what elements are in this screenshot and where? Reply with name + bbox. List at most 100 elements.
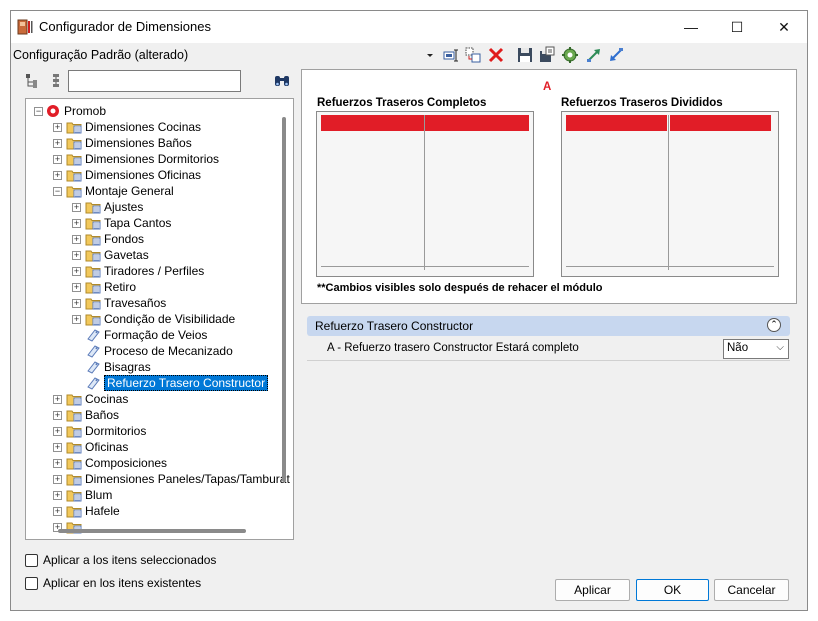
- import-icon[interactable]: [607, 46, 625, 64]
- tree-item-label: Promob: [64, 104, 107, 118]
- save-icon[interactable]: [516, 46, 534, 64]
- tree-item[interactable]: + Gavetas: [26, 247, 276, 263]
- ok-button[interactable]: OK: [636, 579, 709, 601]
- tree-panel[interactable]: − Promob + Dimensiones Cocinas + Dimensiones …: [25, 98, 294, 540]
- expand-icon[interactable]: +: [53, 475, 62, 484]
- tree-item[interactable]: Proceso de Mecanizado: [26, 343, 276, 359]
- tree-item-label: Dimensiones Oficinas: [85, 168, 202, 182]
- tree-item[interactable]: + Dimensiones Oficinas: [26, 167, 276, 183]
- tree-item[interactable]: + Dimensiones Cocinas: [26, 119, 276, 135]
- delete-icon[interactable]: [487, 46, 505, 64]
- expand-icon[interactable]: +: [72, 299, 81, 308]
- property-value-select[interactable]: Não ⌵: [723, 339, 789, 359]
- folder-icon: [66, 424, 82, 438]
- tree-item-label: Blum: [85, 488, 113, 502]
- expand-icon[interactable]: +: [53, 123, 62, 132]
- expand-icon[interactable]: +: [53, 139, 62, 148]
- expand-icon[interactable]: +: [53, 411, 62, 420]
- tree-item[interactable]: + Cocinas: [26, 391, 276, 407]
- cancel-button[interactable]: Cancelar: [714, 579, 789, 601]
- expand-icon[interactable]: +: [53, 155, 62, 164]
- expand-icon[interactable]: +: [72, 251, 81, 260]
- tree-item-label: Oficinas: [85, 440, 129, 454]
- property-row: A - Refuerzo trasero Constructor Estará …: [307, 338, 790, 361]
- title-bar: Configurador de Dimensiones — ☐ ✕: [11, 11, 807, 43]
- tag-icon: [85, 328, 101, 342]
- expand-icon[interactable]: +: [53, 171, 62, 180]
- tree-item[interactable]: Bisagras: [26, 359, 276, 375]
- tree-item[interactable]: Refuerzo Trasero Constructor: [26, 375, 276, 391]
- folder-icon: [85, 200, 101, 214]
- collapse-tree-icon[interactable]: −: [34, 107, 43, 116]
- apply-existing-label: Aplicar en los itens existentes: [43, 576, 202, 590]
- property-section-header[interactable]: Refuerzo Trasero Constructor ⌃: [307, 316, 790, 336]
- expand-icon[interactable]: +: [72, 315, 81, 324]
- copy-icon[interactable]: [464, 46, 482, 64]
- tree-item-label: Dimensiones Cocinas: [85, 120, 202, 134]
- tree-item[interactable]: + Dimensiones Baños: [26, 135, 276, 151]
- tree-item[interactable]: + Retiro: [26, 279, 276, 295]
- expand-icon[interactable]: +: [53, 395, 62, 404]
- tree-item[interactable]: + Travesaños: [26, 295, 276, 311]
- tree-view-icon[interactable]: [25, 73, 41, 89]
- tree-item[interactable]: + Dimensiones Paneles/Tapas/Tamburat: [26, 471, 290, 487]
- settings-icon[interactable]: [561, 46, 579, 64]
- tree-item-label: Formação de Veios: [104, 328, 208, 342]
- expand-icon[interactable]: +: [53, 507, 62, 516]
- tree-item[interactable]: + Dormitorios: [26, 423, 276, 439]
- rename-icon[interactable]: [442, 46, 460, 64]
- close-button[interactable]: ✕: [761, 11, 807, 43]
- export-icon[interactable]: [585, 46, 603, 64]
- tree-item[interactable]: + Oficinas: [26, 439, 276, 455]
- tree-item[interactable]: − Promob: [26, 103, 276, 119]
- tree-item[interactable]: + Tapa Cantos: [26, 215, 276, 231]
- apply-existing-checkbox[interactable]: [25, 577, 38, 590]
- expand-icon[interactable]: +: [72, 283, 81, 292]
- minimize-button[interactable]: —: [668, 11, 714, 43]
- tree-vertical-scrollbar[interactable]: [282, 117, 286, 482]
- tree-item-label: Travesaños: [104, 296, 167, 310]
- tree-item[interactable]: + Dimensiones Dormitorios: [26, 151, 276, 167]
- expand-icon[interactable]: +: [53, 427, 62, 436]
- folder-icon: [85, 232, 101, 246]
- apply-button[interactable]: Aplicar: [555, 579, 630, 601]
- expand-icon[interactable]: +: [72, 267, 81, 276]
- tree-item-label: Hafele: [85, 504, 120, 518]
- expand-icon[interactable]: +: [53, 491, 62, 500]
- tree-item[interactable]: + Condição de Visibilidade: [26, 311, 276, 327]
- tree-item[interactable]: Formação de Veios: [26, 327, 276, 343]
- expand-icon[interactable]: +: [53, 443, 62, 452]
- tree-horizontal-scrollbar[interactable]: [58, 529, 246, 533]
- tree-item[interactable]: + Tiradores / Perfiles: [26, 263, 276, 279]
- tree-item-label: Ajustes: [104, 200, 144, 214]
- binoculars-icon[interactable]: [273, 72, 291, 90]
- tree-item-label: Proceso de Mecanizado: [104, 344, 233, 358]
- app-icon: [17, 19, 33, 35]
- tree-item[interactable]: + Fondos: [26, 231, 276, 247]
- save-as-icon[interactable]: [538, 46, 556, 64]
- tree-item[interactable]: − Montaje General: [26, 183, 276, 199]
- tree-item-label: Baños: [85, 408, 120, 422]
- promob-logo-icon: [45, 104, 61, 118]
- expand-icon[interactable]: +: [72, 219, 81, 228]
- cabinet-divider: [668, 115, 669, 270]
- tag-icon: [85, 344, 101, 358]
- maximize-button[interactable]: ☐: [714, 11, 760, 43]
- tree-item[interactable]: + Composiciones: [26, 455, 276, 471]
- expand-icon[interactable]: +: [72, 203, 81, 212]
- collapse-tree-icon[interactable]: −: [53, 187, 62, 196]
- tree-search-input[interactable]: [68, 70, 241, 92]
- tree-item[interactable]: + Blum: [26, 487, 276, 503]
- tree-item[interactable]: + Baños: [26, 407, 276, 423]
- tree-item-label: Bisagras: [104, 360, 151, 374]
- folder-icon: [66, 136, 82, 150]
- collapse-icon[interactable]: ⌃: [767, 318, 781, 332]
- list-view-icon[interactable]: [49, 73, 65, 89]
- folder-icon: [85, 296, 101, 310]
- apply-selected-checkbox[interactable]: [25, 554, 38, 567]
- tree-item[interactable]: + Ajustes: [26, 199, 276, 215]
- dropdown-arrow-icon[interactable]: [425, 46, 435, 64]
- tree-item[interactable]: + Hafele: [26, 503, 276, 519]
- expand-icon[interactable]: +: [72, 235, 81, 244]
- expand-icon[interactable]: +: [53, 459, 62, 468]
